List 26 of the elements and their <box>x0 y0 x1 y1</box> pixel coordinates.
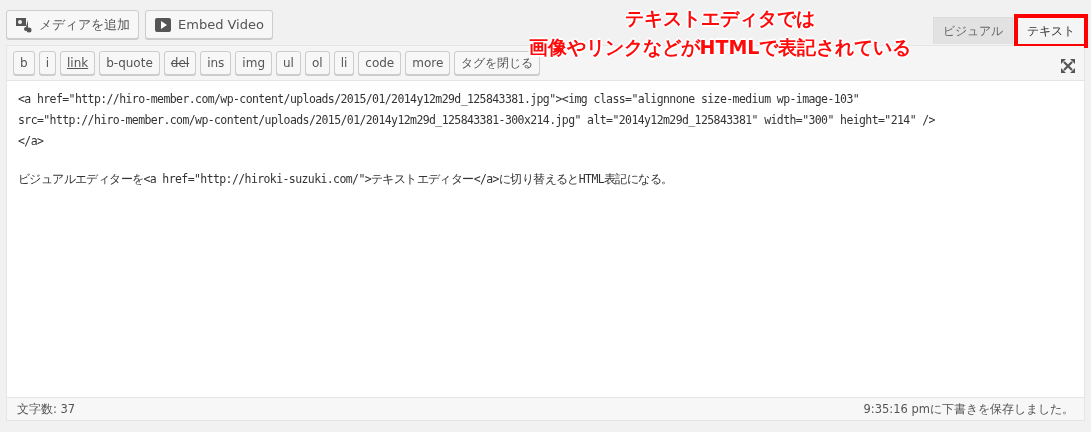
editor-tab[interactable]: テキスト <box>1017 17 1085 45</box>
annotation-text: テキストエディタでは <box>625 6 815 31</box>
format-button[interactable]: code <box>358 51 402 75</box>
format-button[interactable]: ul <box>276 51 301 75</box>
format-button[interactable]: b-quote <box>99 51 160 75</box>
format-button[interactable]: link <box>59 51 96 75</box>
media-button[interactable]: Embed Video <box>145 10 273 39</box>
format-button[interactable]: del <box>163 51 197 75</box>
editor-tab[interactable]: ビジュアル <box>933 17 1013 44</box>
media-icon <box>15 16 33 33</box>
format-button[interactable]: b <box>13 51 35 75</box>
code-line: <a href="http://hiro-member.com/wp-content/uploads/2015/01/2014y12m29d_125843381.jpg"><img class="alignnone size-medium wp-image-103" <box>18 91 861 108</box>
media-button[interactable]: メディアを追加 <box>6 10 139 39</box>
format-button[interactable]: img <box>235 51 272 75</box>
format-button[interactable]: ol <box>304 51 330 75</box>
fullscreen-icon[interactable] <box>1060 58 1076 74</box>
code-line: src="http://hiro-member.com/wp-content/uploads/2015/01/2014y12m29d_125843381-300x214.jpg" alt="2014y12m29d_125843381" width="300" height="214" /> <box>18 112 936 129</box>
format-button[interactable]: li <box>333 51 355 75</box>
play-icon <box>154 16 172 33</box>
code-line: ビジュアルエディターを<a href="http://hiroki-suzuki.com/">テキストエディター</a>に切り替えるとHTML表記になる。 <box>18 171 674 188</box>
autosave-status: 9:35:16 pmに下書きを保存しました。 <box>863 401 1074 417</box>
format-button[interactable]: ins <box>200 51 232 75</box>
code-line: </a> <box>18 133 45 150</box>
format-button[interactable]: more <box>405 51 451 75</box>
word-count: 文字数: 37 <box>17 401 76 417</box>
format-button[interactable]: i <box>38 51 56 75</box>
